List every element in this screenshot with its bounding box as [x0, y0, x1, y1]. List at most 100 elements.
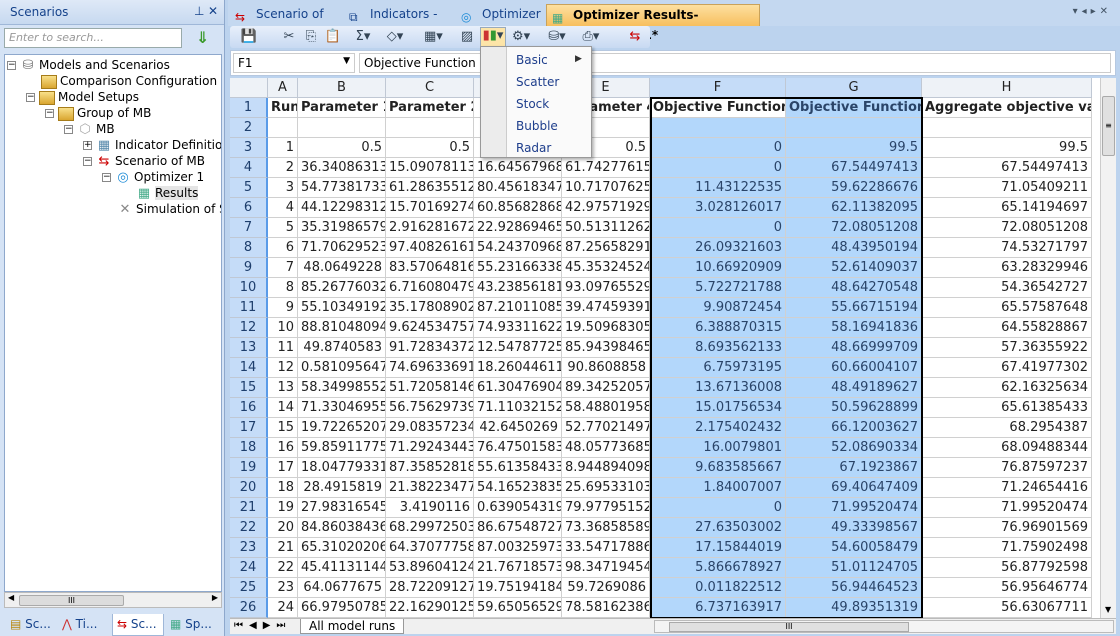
row-header[interactable]: 2 [230, 118, 268, 138]
data-cell[interactable]: 69.40647409 [786, 478, 922, 498]
data-cell[interactable]: 28.4915819 [298, 478, 386, 498]
data-cell[interactable]: 15.01756534 [650, 398, 786, 418]
data-cell[interactable]: 54.36542727 [922, 278, 1092, 298]
scrollbar-thumb[interactable]: III [19, 595, 124, 606]
data-cell[interactable]: 25.69533103 [562, 478, 650, 498]
data-cell[interactable]: 17 [268, 458, 298, 478]
data-cell[interactable]: 35.31986579 [298, 218, 386, 238]
data-cell[interactable]: 72.08051208 [922, 218, 1092, 238]
tree-node[interactable]: − Group of MB [45, 105, 151, 121]
data-cell[interactable]: 66.97950785 [298, 598, 386, 618]
tab-navigation[interactable]: ▾◂▸✕ [1073, 6, 1112, 17]
data-cell[interactable]: 9 [268, 298, 298, 318]
data-cell[interactable]: 0.5 [298, 138, 386, 158]
tree-node[interactable]: ✕ Simulation of Sce [102, 201, 221, 217]
data-cell[interactable]: 68.29972503 [386, 518, 474, 538]
data-cell[interactable]: 76.47501583 [474, 438, 562, 458]
data-cell[interactable]: 0.581095647 [298, 358, 386, 378]
header-cell[interactable]: Parameter 2 [386, 98, 474, 118]
data-cell[interactable]: 17.15844019 [650, 538, 786, 558]
vertical-scrollbar[interactable]: ≡ ▼ [1100, 78, 1116, 618]
data-cell[interactable]: 56.75629739 [386, 398, 474, 418]
menu-item-stock[interactable]: Stock [516, 97, 549, 111]
select-all-corner[interactable] [230, 78, 268, 98]
collapse-icon[interactable]: − [83, 157, 92, 166]
data-cell[interactable]: 19 [268, 498, 298, 518]
data-cell[interactable]: 49.8740583 [298, 338, 386, 358]
data-cell[interactable]: 8.693562133 [650, 338, 786, 358]
tree-horizontal-scrollbar[interactable]: ◀ III ▶ [4, 592, 222, 608]
picture-icon[interactable]: ▨ [458, 29, 476, 45]
data-cell[interactable]: 48.0649228 [298, 258, 386, 278]
data-cell[interactable]: 52.08690334 [786, 438, 922, 458]
data-cell[interactable]: 72.08051208 [786, 218, 922, 238]
data-cell[interactable]: 71.99520474 [786, 498, 922, 518]
data-cell[interactable]: 15 [268, 418, 298, 438]
data-cell[interactable]: 67.54497413 [922, 158, 1092, 178]
scrollbar-thumb[interactable]: III [669, 622, 909, 632]
data-cell[interactable]: 54.24370968 [474, 238, 562, 258]
data-cell[interactable]: 18.04779331 [298, 458, 386, 478]
data-cell[interactable]: 11 [268, 338, 298, 358]
data-cell[interactable]: 48.43950194 [786, 238, 922, 258]
data-cell[interactable]: 0 [650, 218, 786, 238]
data-cell[interactable]: 20 [268, 518, 298, 538]
data-cell[interactable]: 79.97795152 [562, 498, 650, 518]
data-cell[interactable]: 65.14194697 [922, 198, 1092, 218]
data-cell[interactable]: 55.66715194 [786, 298, 922, 318]
data-cell[interactable]: 27.98316545 [298, 498, 386, 518]
data-cell[interactable]: 65.57587648 [922, 298, 1092, 318]
data-cell[interactable]: 42.6450269 [474, 418, 562, 438]
data-cell[interactable]: 89.34252057 [562, 378, 650, 398]
data-cell[interactable]: 59.65056529 [474, 598, 562, 618]
header-cell[interactable]: Run# [268, 98, 298, 118]
format-table-icon[interactable]: ▦▾ [424, 29, 443, 45]
data-cell[interactable]: 16.0079801 [650, 438, 786, 458]
row-header[interactable]: 9 [230, 258, 268, 278]
data-cell[interactable]: 71.99520474 [922, 498, 1092, 518]
data-cell[interactable]: 62.11382095 [786, 198, 922, 218]
data-cell[interactable]: 74.69633691 [386, 358, 474, 378]
data-cell[interactable]: 19.72265207 [298, 418, 386, 438]
data-cell[interactable]: 1.84007007 [650, 478, 786, 498]
data-cell[interactable]: 63.28329946 [922, 258, 1092, 278]
data-cell[interactable]: 64.55828867 [922, 318, 1092, 338]
bottom-tab-scripts[interactable]: ▤ Sc... [6, 614, 56, 636]
tab-scenario-of-mb[interactable]: ⇆Scenario of MB [230, 4, 342, 41]
data-cell[interactable]: 59.62286676 [786, 178, 922, 198]
menu-item-bubble[interactable]: Bubble [516, 119, 558, 133]
data-cell[interactable]: 44.12298312 [298, 198, 386, 218]
row-header[interactable]: 11 [230, 298, 268, 318]
data-cell[interactable]: 61.28635512 [386, 178, 474, 198]
data-cell[interactable]: 42.97571929 [562, 198, 650, 218]
data-cell[interactable]: 84.86038436 [298, 518, 386, 538]
data-cell[interactable]: 13 [268, 378, 298, 398]
data-cell[interactable]: 2.916281672 [386, 218, 474, 238]
row-header[interactable]: 15 [230, 378, 268, 398]
data-cell[interactable] [298, 118, 386, 138]
data-cell[interactable]: 98.34719454 [562, 558, 650, 578]
data-cell[interactable]: 76.87597237 [922, 458, 1092, 478]
row-header[interactable]: 24 [230, 558, 268, 578]
data-cell[interactable]: 21.76718573 [474, 558, 562, 578]
data-cell[interactable]: 56.94464523 [786, 578, 922, 598]
data-cell[interactable]: 27.63503002 [650, 518, 786, 538]
data-cell[interactable]: 12 [268, 358, 298, 378]
bottom-tab-time-series[interactable]: ⋀ Ti... [58, 614, 110, 636]
data-cell[interactable]: 5 [268, 218, 298, 238]
row-header[interactable]: 26 [230, 598, 268, 618]
paste-icon[interactable]: 📋 [324, 29, 342, 45]
data-cell[interactable]: 71.29243443 [386, 438, 474, 458]
data-cell[interactable]: 67.41977302 [922, 358, 1092, 378]
data-cell[interactable]: 73.36858589 [562, 518, 650, 538]
data-cell[interactable]: 68.09488344 [922, 438, 1092, 458]
sheet-tab-all-model-runs[interactable]: All model runs [300, 619, 405, 634]
header-cell[interactable]: Objective Function 1 [650, 98, 786, 118]
data-cell[interactable]: 3.028126017 [650, 198, 786, 218]
data-cell[interactable]: 0.011822512 [650, 578, 786, 598]
data-cell[interactable]: 3.4190116 [386, 498, 474, 518]
print-icon[interactable]: ⎙▾ [582, 29, 600, 45]
data-cell[interactable]: 52.77021497 [562, 418, 650, 438]
data-cell[interactable]: 0.639054319 [474, 498, 562, 518]
eraser-icon[interactable]: ◇▾ [386, 29, 404, 45]
